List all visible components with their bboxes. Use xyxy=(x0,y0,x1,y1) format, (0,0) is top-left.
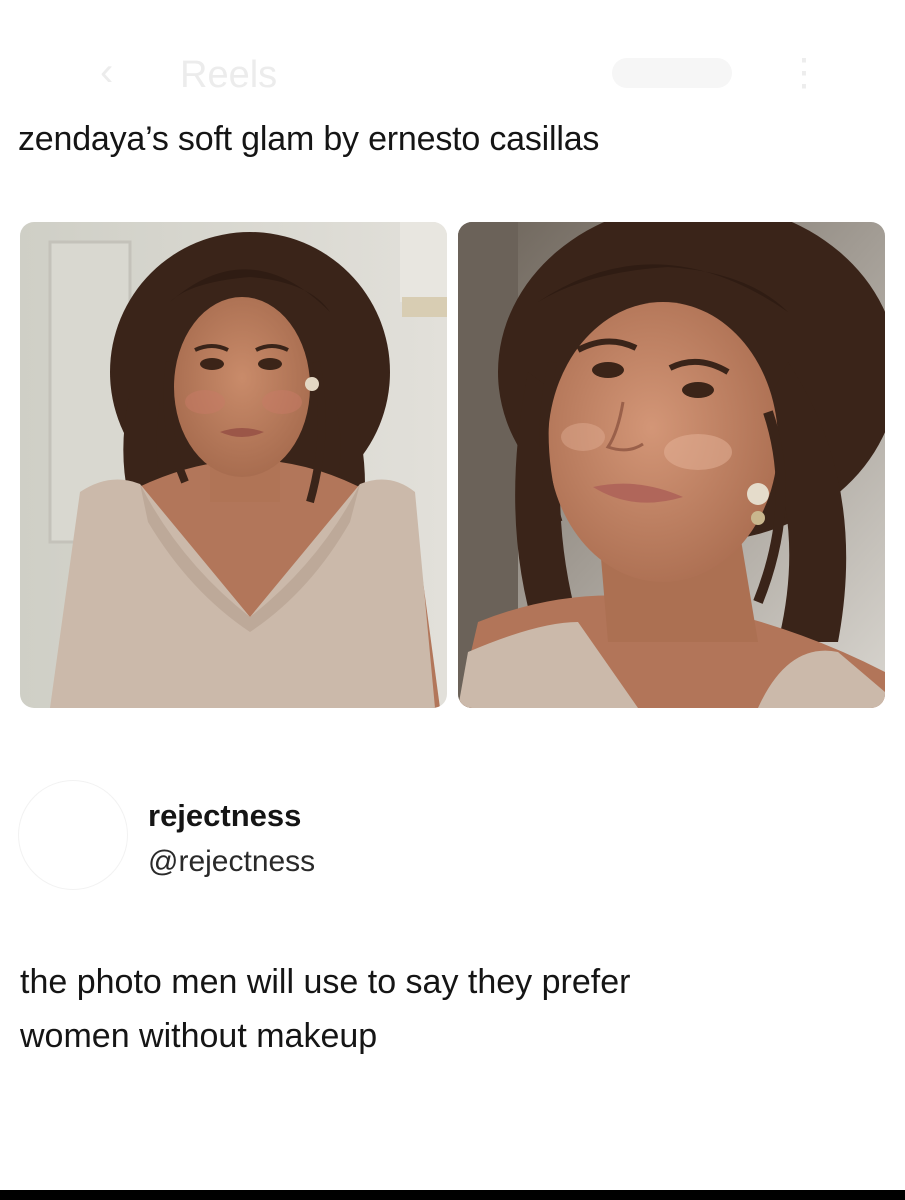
avatar[interactable] xyxy=(18,780,128,890)
tweet-text-line-2: women without makeup xyxy=(20,1017,378,1055)
portrait-left-image xyxy=(20,222,447,708)
tweet-text: the photo men will use to say they prefe… xyxy=(20,955,880,1063)
post-caption: zendaya’s soft glam by ernesto casillas xyxy=(18,120,600,158)
portrait-right-image xyxy=(458,222,885,708)
bottom-edge-bar xyxy=(0,1190,905,1200)
faded-header-title: Reels xyxy=(180,54,278,96)
faded-header-pill xyxy=(612,58,732,88)
display-name[interactable]: rejectness xyxy=(148,798,301,834)
faded-app-header: ‹ Reels ⋮ xyxy=(0,40,905,100)
tweet-text-line-1: the photo men will use to say they prefe… xyxy=(20,963,631,1001)
user-handle[interactable]: @rejectness xyxy=(148,845,315,879)
back-chevron-icon: ‹ xyxy=(100,50,114,94)
photo-right[interactable] xyxy=(458,222,885,708)
photo-left[interactable] xyxy=(20,222,447,708)
screenshot-page: ‹ Reels ⋮ zendaya’s soft glam by ernesto… xyxy=(0,0,905,1200)
faded-menu-icon: ⋮ xyxy=(785,52,823,94)
